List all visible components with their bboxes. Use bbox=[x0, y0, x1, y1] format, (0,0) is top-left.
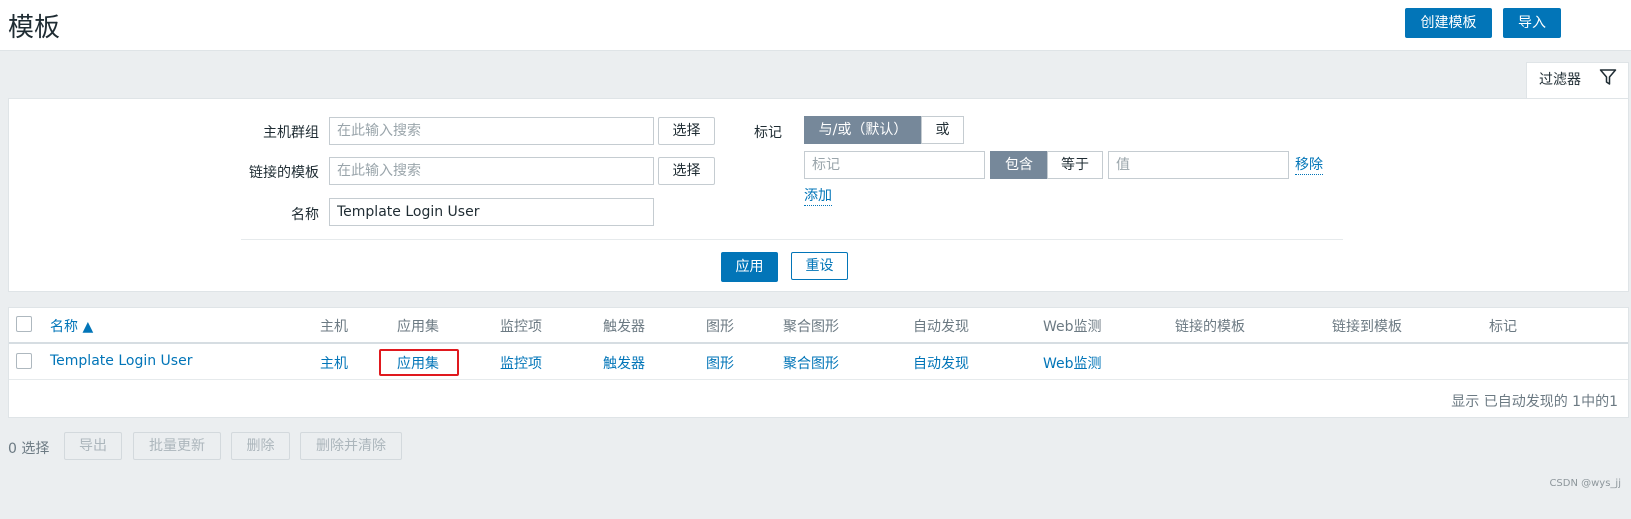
row-checkbox[interactable] bbox=[16, 353, 32, 369]
host-group-label: 主机群组 bbox=[263, 125, 319, 141]
triggers-link[interactable]: 触发器 bbox=[603, 353, 645, 373]
tag-match-contains[interactable]: 包含 bbox=[990, 151, 1048, 179]
reset-button[interactable]: 重设 bbox=[791, 252, 848, 280]
column-header-triggers: 触发器 bbox=[603, 319, 645, 335]
column-header-items: 监控项 bbox=[500, 319, 542, 335]
column-header-web: Web监测 bbox=[1043, 319, 1102, 335]
page-header: 模板 创建模板 导入 bbox=[0, 0, 1631, 51]
name-input[interactable] bbox=[329, 198, 654, 226]
template-name-link[interactable]: Template Login User bbox=[50, 353, 192, 369]
page-title: 模板 bbox=[8, 13, 61, 43]
discovery-link[interactable]: 自动发现 bbox=[913, 353, 969, 373]
tag-name-input[interactable] bbox=[804, 151, 985, 179]
column-header-hosts: 主机 bbox=[320, 319, 348, 335]
add-tag-link[interactable]: 添加 bbox=[804, 188, 832, 206]
hosts-link[interactable]: 主机 bbox=[320, 353, 348, 373]
host-group-input[interactable] bbox=[329, 117, 654, 145]
tags-operator-or[interactable]: 或 bbox=[921, 116, 964, 144]
create-template-button[interactable]: 创建模板 bbox=[1405, 8, 1492, 38]
items-link[interactable]: 监控项 bbox=[500, 353, 542, 373]
column-header-linked-templates: 链接的模板 bbox=[1175, 319, 1245, 335]
table-footer-info: 显示 已自动发现的 1中的1 bbox=[1451, 394, 1618, 410]
column-header-screens: 聚合图形 bbox=[783, 319, 839, 335]
header-divider bbox=[9, 342, 1628, 344]
watermark: CSDN @wys_jj bbox=[1549, 478, 1621, 489]
templates-table: 名称 ▲ 主机 应用集 监控项 触发器 图形 聚合图形 自动发现 Web监测 链… bbox=[8, 307, 1629, 418]
tags-label: 标记 bbox=[754, 125, 782, 141]
linked-templates-select-button[interactable]: 选择 bbox=[658, 157, 715, 185]
linked-templates-input[interactable] bbox=[329, 157, 654, 185]
apply-button[interactable]: 应用 bbox=[721, 252, 778, 282]
host-group-select-button[interactable]: 选择 bbox=[658, 117, 715, 145]
web-link[interactable]: Web监测 bbox=[1043, 353, 1102, 373]
select-all-checkbox[interactable] bbox=[16, 316, 32, 332]
linked-templates-label: 链接的模板 bbox=[249, 165, 319, 181]
filter-panel: 主机群组 选择 链接的模板 选择 名称 标记 与/或（默认） 或 包含 等于 移… bbox=[8, 98, 1629, 292]
mass-update-button[interactable]: 批量更新 bbox=[133, 432, 221, 460]
selected-count: 0 选择 bbox=[8, 441, 50, 457]
graphs-link[interactable]: 图形 bbox=[706, 353, 734, 373]
column-header-applications: 应用集 bbox=[397, 319, 439, 335]
import-button[interactable]: 导入 bbox=[1503, 8, 1561, 38]
delete-and-clear-button[interactable]: 删除并清除 bbox=[300, 432, 402, 460]
screens-link[interactable]: 聚合图形 bbox=[783, 353, 839, 373]
delete-button[interactable]: 删除 bbox=[231, 432, 290, 460]
name-label: 名称 bbox=[291, 207, 319, 223]
applications-highlight-box bbox=[379, 349, 459, 376]
column-header-tags: 标记 bbox=[1489, 319, 1517, 335]
tag-match-equals[interactable]: 等于 bbox=[1047, 151, 1103, 179]
filter-tab-label: 过滤器 bbox=[1539, 72, 1581, 88]
remove-tag-link[interactable]: 移除 bbox=[1295, 157, 1323, 175]
row-divider bbox=[9, 379, 1628, 380]
column-header-linked-to-templates: 链接到模板 bbox=[1332, 319, 1402, 335]
tags-operator-and-or[interactable]: 与/或（默认） bbox=[804, 116, 922, 144]
filter-icon bbox=[1599, 69, 1617, 85]
column-header-name[interactable]: 名称 ▲ bbox=[50, 316, 93, 336]
filter-divider bbox=[241, 239, 1343, 240]
column-header-graphs: 图形 bbox=[706, 319, 734, 335]
column-header-discovery: 自动发现 bbox=[913, 319, 969, 335]
tag-value-input[interactable] bbox=[1108, 151, 1289, 179]
export-button[interactable]: 导出 bbox=[64, 432, 122, 460]
filter-tab[interactable]: 过滤器 bbox=[1526, 62, 1629, 99]
